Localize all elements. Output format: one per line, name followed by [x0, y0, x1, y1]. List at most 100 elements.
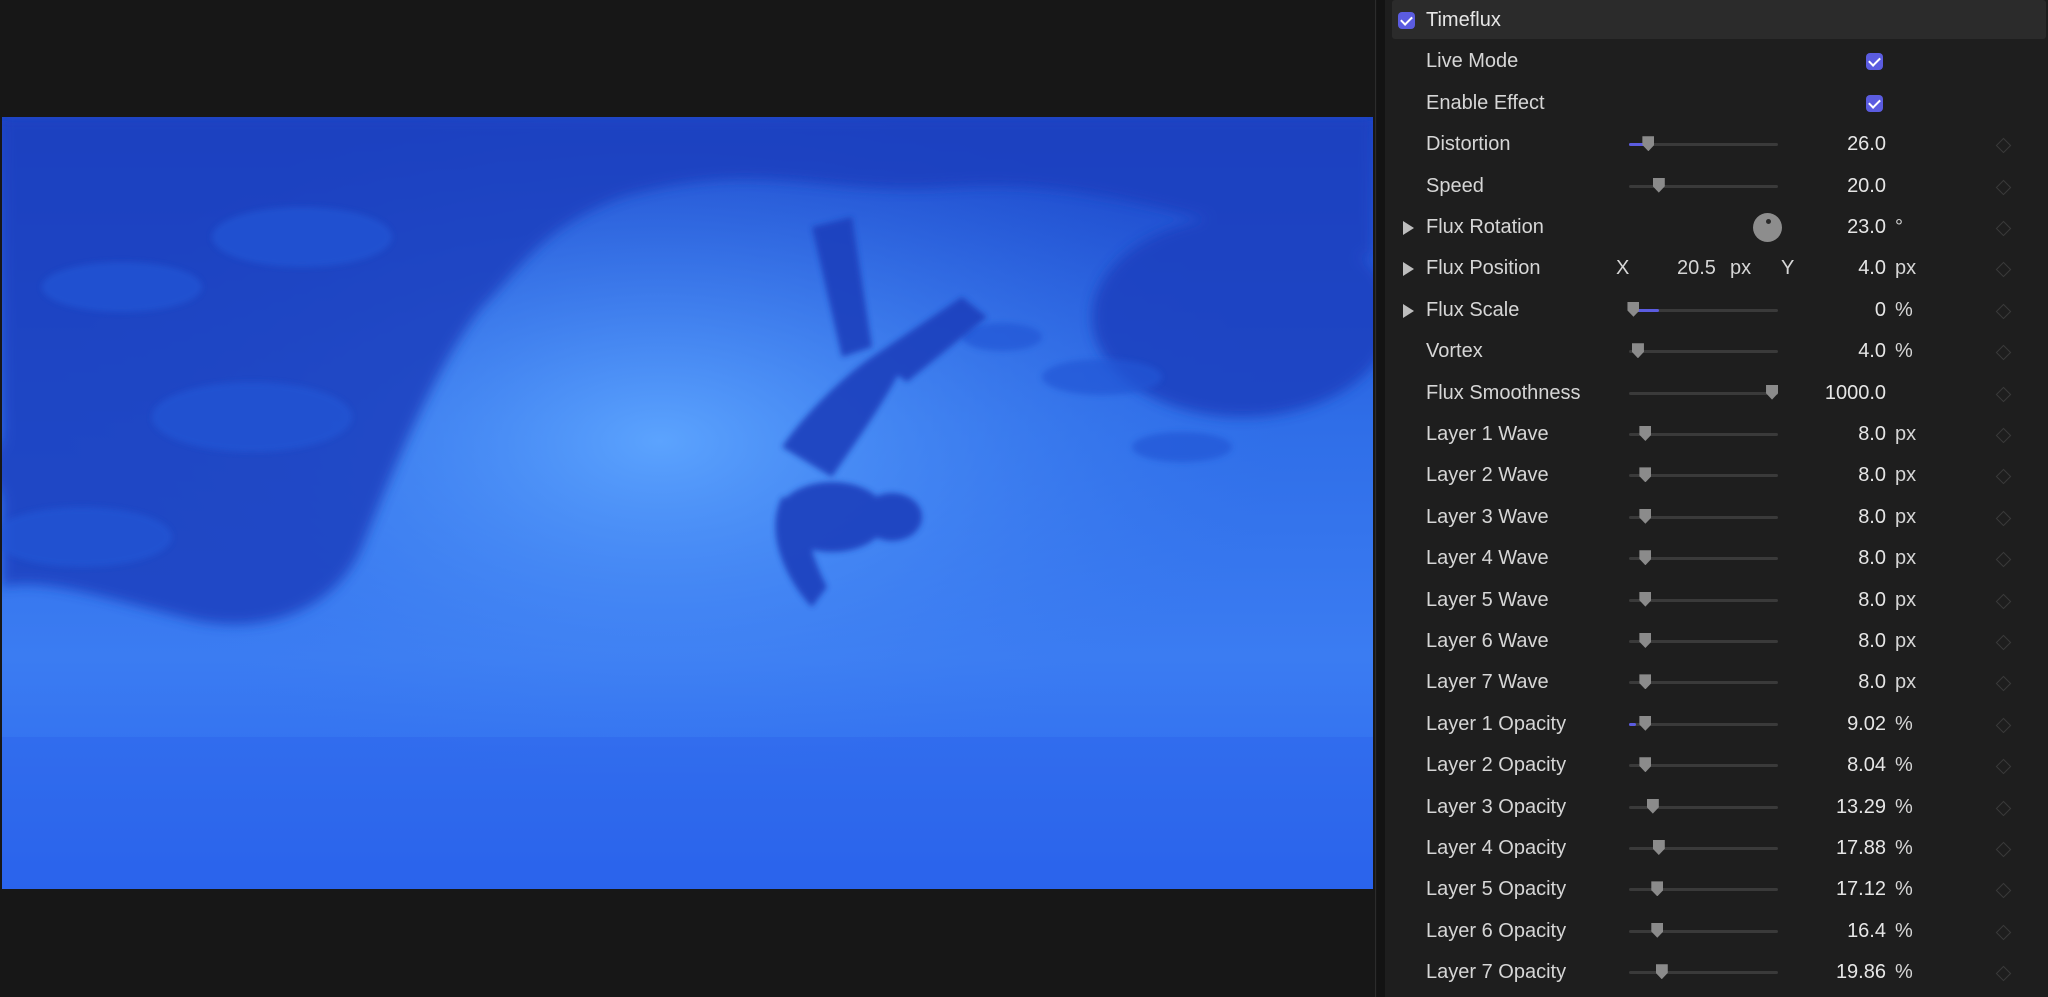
keyframe-diamond-icon[interactable]	[1995, 551, 2012, 568]
param-value-field[interactable]: 20.0	[1847, 166, 1886, 207]
param-value-field[interactable]: 17.88	[1836, 828, 1886, 869]
x-label: X	[1616, 257, 1630, 280]
slider-thumb[interactable]	[1655, 964, 1668, 980]
param-value-field[interactable]: 19.86	[1836, 952, 1886, 993]
slider-thumb[interactable]	[1639, 426, 1652, 441]
param-row-layer-1-wave: Layer 1 Wave 8.0 px	[0, 414, 2048, 455]
keyframe-diamond-icon[interactable]	[1995, 634, 2012, 651]
keyframe-diamond-icon[interactable]	[1995, 386, 2012, 402]
param-value-field[interactable]: 26.0	[1847, 124, 1886, 165]
keyframe-diamond-icon[interactable]	[1995, 758, 2012, 775]
param-slider[interactable]	[1629, 715, 1778, 731]
param-slider[interactable]	[1629, 508, 1778, 524]
keyframe-diamond-icon[interactable]	[1995, 179, 2012, 195]
keyframe-diamond-icon[interactable]	[1995, 593, 2012, 609]
param-value-field[interactable]: 8.04	[1847, 745, 1886, 786]
slider-thumb[interactable]	[1639, 633, 1652, 648]
param-unit: %	[1895, 340, 1913, 363]
disclosure-triangle-icon[interactable]	[1403, 262, 1414, 277]
param-slider[interactable]	[1629, 384, 1779, 400]
slider-thumb[interactable]	[1631, 343, 1644, 359]
param-slider[interactable]	[1629, 467, 1778, 483]
param-value-field[interactable]: 4.0	[1858, 331, 1886, 372]
param-value-field[interactable]: 9.02	[1847, 704, 1886, 745]
param-slider[interactable]	[1629, 591, 1778, 607]
slider-thumb[interactable]	[1652, 177, 1665, 193]
keyframe-diamond-icon[interactable]	[1995, 427, 2012, 444]
param-slider[interactable]	[1629, 426, 1778, 441]
x-value-field[interactable]: 20.5	[1677, 248, 1716, 289]
param-slider[interactable]	[1629, 550, 1778, 566]
toggle-checkbox[interactable]	[1866, 53, 1883, 71]
param-slider[interactable]	[1629, 633, 1778, 648]
param-value-field[interactable]: 23.0	[1847, 207, 1886, 248]
slider-thumb[interactable]	[1652, 840, 1665, 855]
toggle-checkbox[interactable]	[1866, 94, 1883, 112]
keyframe-diamond-icon[interactable]	[1995, 303, 2012, 320]
disclosure-triangle-icon[interactable]	[1403, 221, 1414, 235]
slider-thumb[interactable]	[1651, 881, 1664, 897]
slider-thumb[interactable]	[1642, 136, 1655, 152]
disclosure-triangle-icon[interactable]	[1403, 303, 1414, 318]
slider-thumb[interactable]	[1627, 301, 1640, 317]
param-row-layer-7-opacity: Layer 7 Opacity 19.86%	[0, 952, 2048, 993]
y-value-field[interactable]: 4.0	[1858, 248, 1886, 289]
param-value-field[interactable]: 8.0	[1858, 662, 1886, 703]
slider-thumb[interactable]	[1639, 715, 1652, 731]
slider-thumb[interactable]	[1639, 508, 1652, 524]
param-value-field[interactable]: 8.0	[1858, 455, 1886, 496]
param-slider[interactable]	[1629, 343, 1778, 359]
param-value-field[interactable]: 8.0	[1858, 538, 1886, 579]
param-value-field[interactable]: 8.0	[1858, 621, 1886, 662]
param-slider[interactable]	[1629, 757, 1778, 773]
param-unit: %	[1895, 837, 1913, 859]
slider-thumb[interactable]	[1639, 467, 1652, 483]
keyframe-diamond-icon[interactable]	[1995, 220, 2012, 237]
keyframe-diamond-icon[interactable]	[1995, 344, 2012, 361]
param-slider[interactable]	[1629, 177, 1778, 193]
keyframe-diamond-icon[interactable]	[1995, 676, 2012, 692]
param-slider[interactable]	[1629, 136, 1778, 152]
keyframe-diamond-icon[interactable]	[1995, 924, 2012, 941]
param-label: Layer 7 Opacity	[1426, 961, 1567, 984]
param-slider[interactable]	[1627, 301, 1778, 317]
param-slider[interactable]	[1629, 798, 1778, 814]
slider-thumb[interactable]	[1766, 384, 1779, 400]
effect-enable-checkbox[interactable]	[1398, 12, 1415, 29]
slider-thumb[interactable]	[1651, 922, 1664, 938]
param-slider[interactable]	[1629, 881, 1778, 897]
param-value-field[interactable]: 13.29	[1836, 787, 1886, 828]
param-value-field[interactable]: 8.0	[1858, 414, 1886, 455]
param-value-field[interactable]: 8.0	[1858, 580, 1886, 621]
param-label: Vortex	[1426, 340, 1483, 363]
param-value-field[interactable]: 1000.0	[1825, 373, 1886, 414]
param-unit: %	[1895, 795, 1913, 818]
keyframe-diamond-icon[interactable]	[1995, 717, 2012, 734]
slider-thumb[interactable]	[1639, 550, 1652, 566]
keyframe-diamond-icon[interactable]	[1995, 883, 2012, 899]
keyframe-diamond-icon[interactable]	[1995, 965, 2012, 982]
param-value-field[interactable]: 8.0	[1858, 497, 1886, 538]
param-value-field[interactable]: 16.4	[1847, 911, 1886, 952]
param-label: Layer 4 Wave	[1426, 547, 1549, 570]
param-slider[interactable]	[1629, 922, 1778, 938]
slider-thumb[interactable]	[1639, 591, 1652, 607]
keyframe-diamond-icon[interactable]	[1995, 841, 2012, 858]
param-slider[interactable]	[1629, 674, 1778, 690]
keyframe-diamond-icon[interactable]	[1995, 469, 2012, 485]
slider-thumb[interactable]	[1639, 674, 1652, 690]
param-unit: px	[1895, 630, 1917, 652]
param-unit: %	[1895, 712, 1913, 735]
slider-thumb[interactable]	[1646, 798, 1659, 814]
keyframe-diamond-icon[interactable]	[1995, 137, 2012, 154]
param-slider[interactable]	[1629, 964, 1778, 980]
keyframe-diamond-icon[interactable]	[1995, 262, 2012, 278]
keyframe-diamond-icon[interactable]	[1995, 510, 2012, 527]
slider-thumb[interactable]	[1639, 757, 1652, 773]
rotation-dial-icon[interactable]	[1753, 213, 1782, 242]
param-slider[interactable]	[1629, 840, 1778, 855]
param-row-flux-smoothness: Flux Smoothness 1000.0	[0, 373, 2048, 414]
param-value-field[interactable]: 0	[1875, 290, 1886, 331]
keyframe-diamond-icon[interactable]	[1995, 800, 2012, 816]
param-value-field[interactable]: 17.12	[1836, 869, 1886, 910]
